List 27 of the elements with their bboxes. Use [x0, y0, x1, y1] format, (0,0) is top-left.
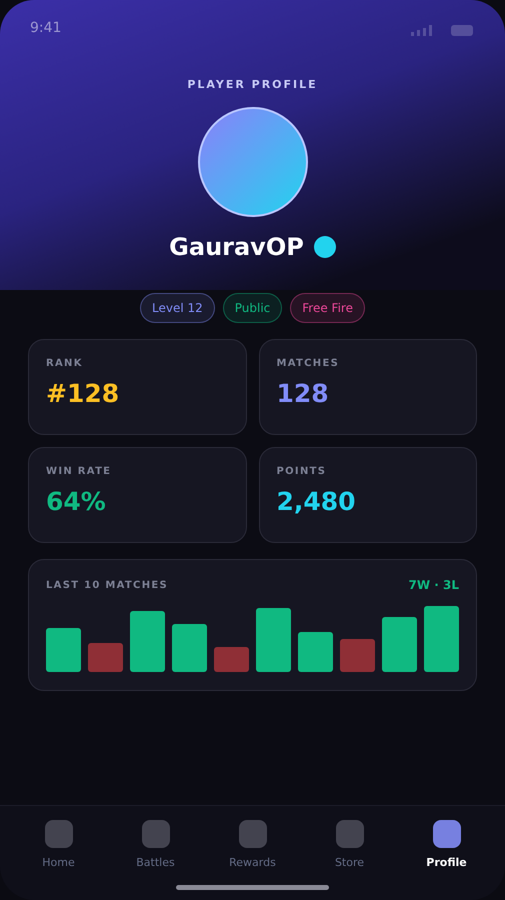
tag: Level 12 — [140, 293, 215, 323]
username: GauravOP — [169, 233, 304, 261]
stat-value: 2,480 — [276, 487, 357, 516]
nav-tab[interactable]: Profile — [406, 820, 486, 900]
tag: Public — [222, 293, 282, 323]
page-title: PLAYER PROFILE — [187, 78, 318, 91]
stat-label: WIN RATE — [46, 466, 112, 477]
tab-icon — [432, 820, 460, 848]
nav-tab[interactable]: Home — [18, 820, 98, 900]
nav-tab[interactable]: Battles — [116, 820, 196, 900]
signal-battery-icon — [411, 24, 475, 36]
tab-icon — [336, 820, 364, 848]
tab-icon — [238, 820, 266, 848]
win-loss-summary: 7W · 3L — [408, 578, 459, 592]
stat-label: POINTS — [276, 466, 328, 477]
tag: Free Fire — [290, 293, 365, 323]
stat-label: RANK — [46, 358, 84, 369]
tab-icon — [44, 820, 72, 848]
status-time: 9:41 — [30, 20, 62, 36]
nav-tab[interactable]: Store — [310, 820, 390, 900]
stat-value: 128 — [276, 379, 330, 408]
stat-label: MATCHES — [276, 358, 340, 369]
stat-value: #128 — [46, 379, 120, 408]
tab-icon — [142, 820, 170, 848]
stat-value: 64% — [46, 487, 107, 516]
chart-title: LAST 10 MATCHES — [46, 580, 168, 590]
nav-tab[interactable]: Rewards — [212, 820, 292, 900]
